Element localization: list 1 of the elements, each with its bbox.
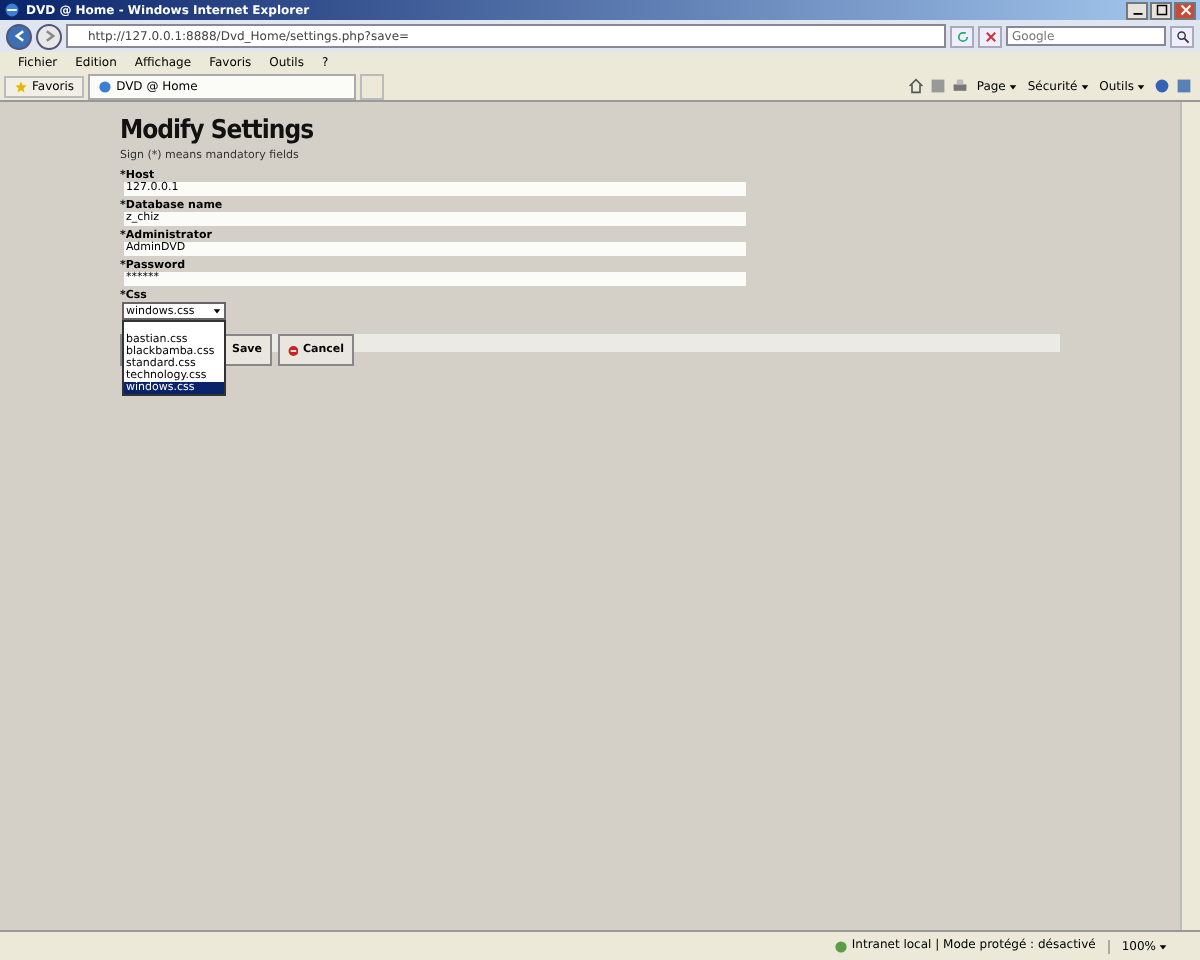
page-heading: Modify Settings — [120, 116, 314, 146]
